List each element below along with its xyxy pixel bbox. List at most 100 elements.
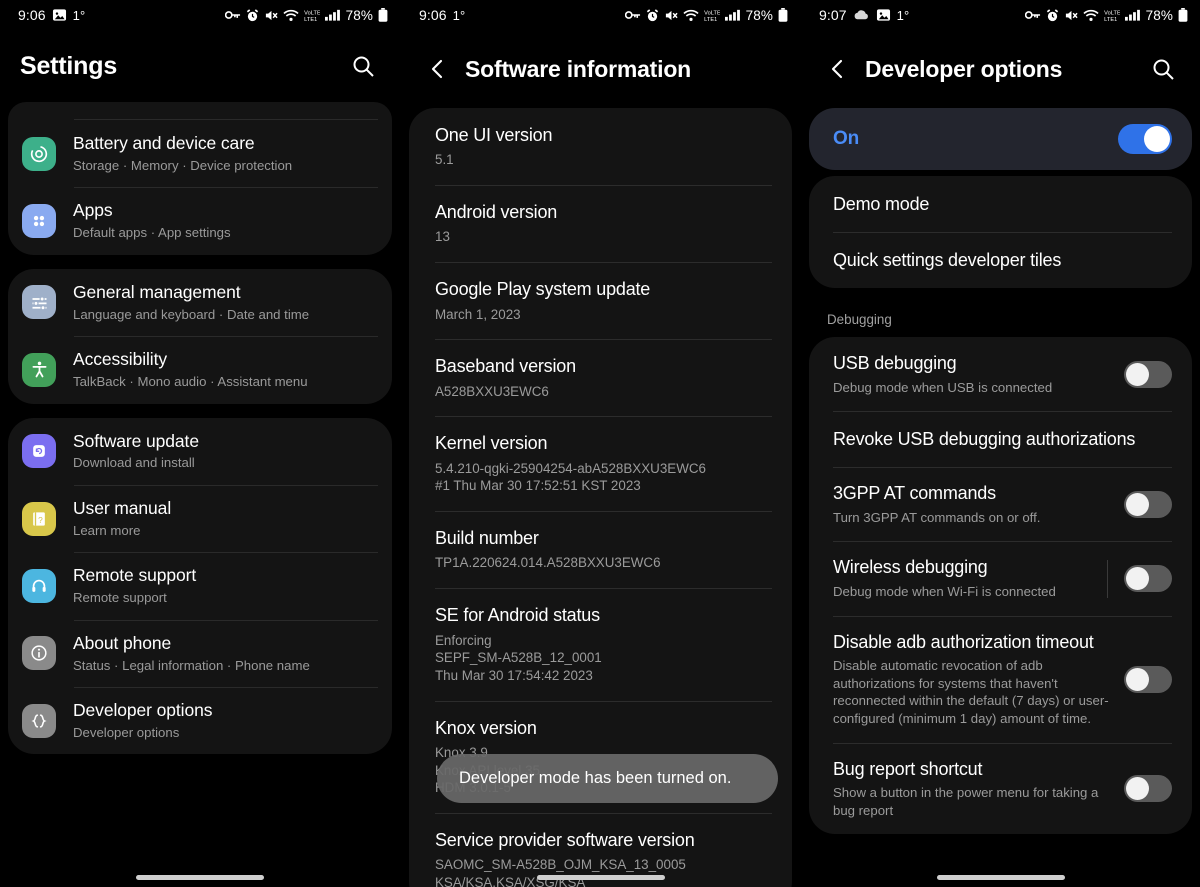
- settings-item-subtitle: Learn more: [73, 522, 141, 538]
- row-wireless-debugging[interactable]: Wireless debugging Debug mode when Wi-Fi…: [809, 541, 1192, 615]
- mute-icon: [264, 9, 278, 22]
- signal-bars-icon: [1124, 9, 1140, 21]
- row-subtitle: Debug mode when USB is connected: [833, 379, 1053, 395]
- settings-item-text: User manual Learn more: [73, 498, 171, 539]
- settings-item-text: General management Language and keyboard…: [73, 282, 309, 323]
- gesture-bar[interactable]: [801, 875, 1200, 880]
- battery-icon: [1178, 8, 1188, 22]
- info-row[interactable]: Kernel version 5.4.210-qgki-25904254-abA…: [409, 416, 792, 511]
- settings-item-title: Apps: [73, 200, 113, 221]
- settings-item-title: Remote support: [73, 565, 197, 586]
- info-label: Knox version: [435, 717, 537, 738]
- status-time: 9:06: [18, 7, 46, 23]
- info-row[interactable]: SE for Android status Enforcing SEPF_SM-…: [409, 588, 792, 700]
- master-toggle-switch[interactable]: [1118, 124, 1172, 154]
- info-value: March 1, 2023: [435, 306, 521, 322]
- row-title: Quick settings developer tiles: [833, 249, 1062, 270]
- status-time: 9:06: [419, 7, 447, 23]
- sidebar-item-accessibility[interactable]: Accessibility TalkBack · Mono audio · As…: [8, 336, 392, 403]
- row-text: Bug report shortcut Show a button in the…: [833, 758, 1124, 820]
- info-label: One UI version: [435, 125, 553, 145]
- signal-bars-icon: [724, 9, 740, 21]
- settings-item-text: About phone Status · Legal information ·…: [73, 633, 310, 674]
- row-text: Quick settings developer tiles: [833, 249, 1172, 272]
- photo-icon: [876, 8, 891, 22]
- row-text: 3GPP AT commands Turn 3GPP AT commands o…: [833, 482, 1124, 526]
- master-toggle-row[interactable]: On: [809, 108, 1192, 170]
- sidebar-item-general-management[interactable]: General management Language and keyboard…: [8, 269, 392, 336]
- wifi-icon: [1083, 9, 1099, 22]
- row-disable-adb-authorization-timeout[interactable]: Disable adb authorization timeout Disabl…: [809, 615, 1192, 743]
- svg-text:LTE1: LTE1: [1104, 17, 1117, 22]
- status-temperature: 1°: [896, 7, 910, 23]
- row-revoke-usb-debugging-authorizations[interactable]: Revoke USB debugging authorizations: [809, 411, 1192, 467]
- settings-item-title: User manual: [73, 497, 172, 518]
- row-demo-mode[interactable]: Demo mode: [809, 176, 1192, 232]
- row-bug-report-shortcut[interactable]: Bug report shortcut Show a button in the…: [809, 742, 1192, 835]
- sidebar-item-battery-and-device-care[interactable]: Battery and device care Storage · Memory…: [8, 120, 392, 187]
- wifi-icon: [683, 9, 699, 22]
- toast-message: Developer mode has been turned on.: [437, 753, 778, 803]
- sidebar-item-remote-support[interactable]: Remote support Remote support: [8, 552, 392, 619]
- info-label: Android version: [435, 202, 558, 223]
- settings-item-title: Accessibility: [73, 349, 168, 370]
- sidebar-item-software-update[interactable]: Software update Download and install: [8, 418, 392, 485]
- info-row[interactable]: Android version 13: [409, 185, 792, 262]
- headset-icon: [22, 568, 56, 603]
- usb-debugging-toggle[interactable]: [1124, 360, 1172, 388]
- back-arrow-icon[interactable]: [421, 52, 455, 86]
- status-bar-left: 9:07 1°: [819, 7, 909, 23]
- info-value: Enforcing SEPF_SM-A528B_12_0001 Thu Mar …: [435, 632, 602, 683]
- sidebar-item-apps[interactable]: Apps Default apps · App settings: [8, 187, 392, 254]
- info-row[interactable]: Google Play system update March 1, 2023: [409, 262, 792, 339]
- settings-item-title: Developer options: [73, 700, 213, 720]
- row-text: Disable adb authorization timeout Disabl…: [833, 631, 1124, 728]
- info-row[interactable]: Build number TP1A.220624.014.A528BXXU3EW…: [409, 511, 792, 588]
- volte-icon: VoLTE LTE1: [1104, 9, 1120, 22]
- settings-item-subtitle: TalkBack · Mono audio · Assistant menu: [73, 374, 308, 389]
- row-text: Wireless debugging Debug mode when Wi-Fi…: [833, 556, 1107, 600]
- back-arrow-icon[interactable]: [821, 52, 855, 86]
- row-title: Wireless debugging: [833, 557, 988, 578]
- developer-options-group-debugging: USB debugging Debug mode when USB is con…: [809, 337, 1192, 835]
- svg-text:LTE1: LTE1: [304, 17, 317, 22]
- status-bar-software-info: 9:06 1° VoLTE LTE1 78%: [401, 0, 800, 30]
- settings-item-text: Apps Default apps · App settings: [73, 200, 231, 241]
- sidebar-item-developer-options[interactable]: Developer options Developer options: [8, 687, 392, 754]
- bug-report-shortcut-toggle[interactable]: [1124, 774, 1172, 802]
- 3gpp-at-commands-toggle[interactable]: [1124, 490, 1172, 518]
- sidebar-item-about-phone[interactable]: About phone Status · Legal information ·…: [8, 619, 392, 687]
- three-phone-screenshots: 9:06 1° VoLTELTE1 78% Settings · · ·: [0, 0, 1200, 887]
- row-usb-debugging[interactable]: USB debugging Debug mode when USB is con…: [809, 337, 1192, 411]
- disable-adb-authorization-timeout-toggle[interactable]: [1124, 665, 1172, 693]
- info-row[interactable]: Baseband version A528BXXU3EWC6: [409, 339, 792, 416]
- status-bar-settings: 9:06 1° VoLTE LTE1 78%: [0, 0, 400, 30]
- alarm-icon: [1046, 8, 1059, 22]
- row-quick-settings-developer-tiles[interactable]: Quick settings developer tiles: [809, 232, 1192, 288]
- photo-icon: [52, 8, 67, 22]
- signal-bars-icon: [324, 9, 340, 21]
- settings-item-subtitle: Developer options: [73, 724, 180, 740]
- battery-percent: 78%: [345, 7, 373, 23]
- settings-item-subtitle: Status · Legal information · Phone name: [73, 657, 310, 673]
- row-subtitle: Show a button in the power menu for taki…: [833, 785, 1099, 818]
- wireless-debugging-toggle[interactable]: [1124, 565, 1172, 593]
- status-bar-left: 9:06 1°: [18, 7, 85, 23]
- row-title: Revoke USB debugging authorizations: [833, 428, 1136, 449]
- gesture-bar[interactable]: [401, 875, 800, 880]
- settings-item-text: Battery and device care Storage · Memory…: [73, 133, 292, 174]
- info-value: SAOMC_SM-A528B_OJM_KSA_13_0005 KSA/KSA,K…: [435, 857, 686, 887]
- row-3gpp-at-commands[interactable]: 3GPP AT commands Turn 3GPP AT commands o…: [809, 467, 1192, 541]
- row-title: Demo mode: [833, 193, 930, 214]
- settings-item-subtitle: Remote support: [73, 590, 167, 606]
- settings-item-title: General management: [73, 281, 241, 302]
- battery-care-icon: [22, 136, 56, 171]
- info-value: A528BXXU3EWC6: [435, 383, 549, 399]
- info-row[interactable]: One UI version 5.1: [409, 108, 792, 185]
- sliders-icon: [22, 285, 56, 320]
- search-icon[interactable]: [346, 49, 380, 83]
- status-time: 9:07: [819, 7, 847, 23]
- gesture-bar[interactable]: [0, 875, 400, 880]
- sidebar-item-user-manual[interactable]: ? User manual Learn more: [8, 484, 392, 552]
- search-icon[interactable]: [1146, 52, 1180, 86]
